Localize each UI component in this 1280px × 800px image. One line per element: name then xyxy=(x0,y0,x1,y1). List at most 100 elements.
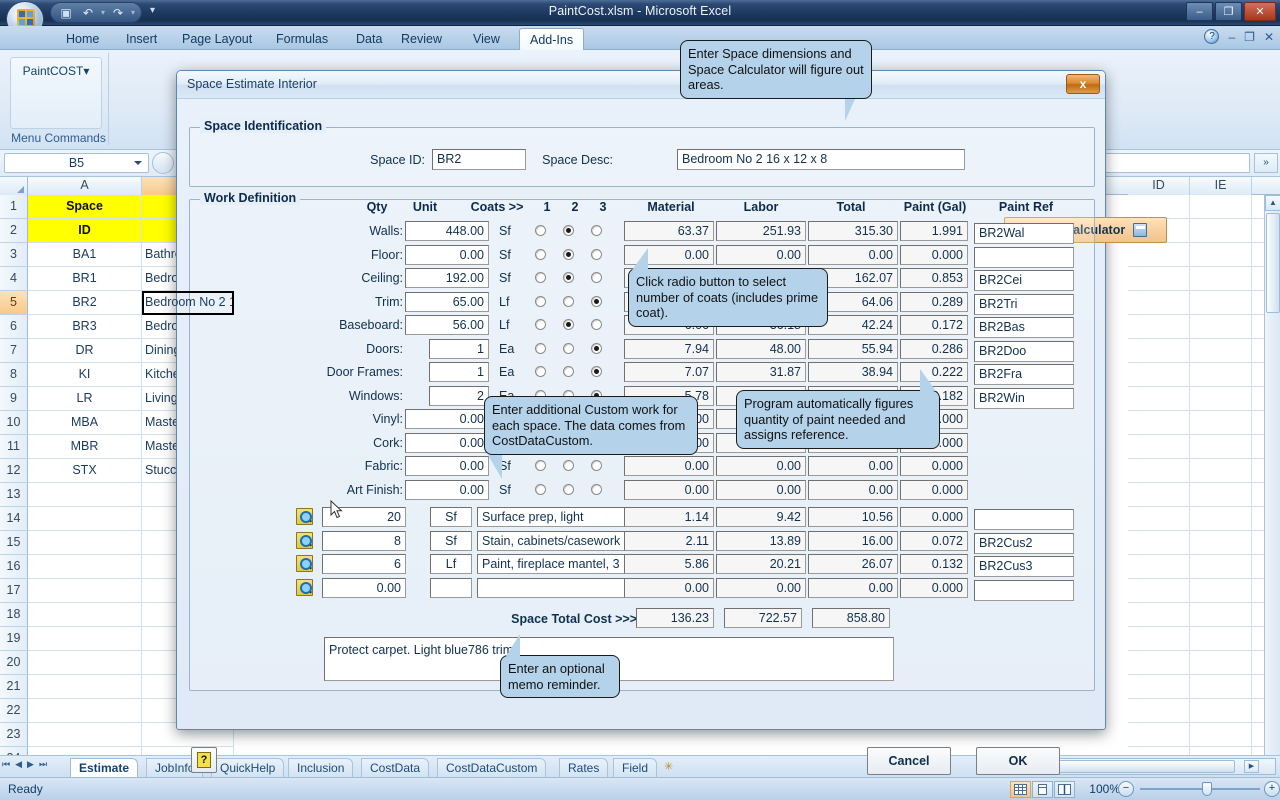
vertical-scrollbar[interactable]: ▲ xyxy=(1264,195,1280,755)
coats-radio-1[interactable] xyxy=(535,272,546,283)
grid-cell-far[interactable] xyxy=(1128,435,1190,459)
ribbon-restore-icon[interactable]: ❐ xyxy=(1244,30,1255,44)
custom-row-paint-ref[interactable] xyxy=(974,579,1074,601)
row-header[interactable]: 9 xyxy=(0,387,28,411)
row-header[interactable]: 1 xyxy=(0,195,28,219)
select-all-corner[interactable] xyxy=(0,177,28,195)
work-row-qty-input[interactable]: 0.00 xyxy=(405,409,489,429)
custom-row-qty-input[interactable]: 8 xyxy=(322,530,406,551)
row-header[interactable]: 22 xyxy=(0,699,28,723)
custom-row-qty-input[interactable]: 0.00 xyxy=(322,577,406,598)
grid-cell-far[interactable] xyxy=(1128,699,1190,723)
row-header[interactable]: 16 xyxy=(0,555,28,579)
row-header[interactable]: 19 xyxy=(0,627,28,651)
grid-cell-far[interactable] xyxy=(1128,675,1190,699)
grid-cell-a[interactable]: MBA xyxy=(28,411,142,435)
grid-cell-far[interactable] xyxy=(1128,363,1190,387)
grid-cell-far[interactable] xyxy=(1128,627,1190,651)
grid-cell-a[interactable]: BR3 xyxy=(28,315,142,339)
coats-radio-3[interactable] xyxy=(591,248,602,260)
custom-lookup-icon[interactable] xyxy=(296,555,313,572)
coats-radio-3[interactable] xyxy=(591,225,602,236)
row-header[interactable]: 21 xyxy=(0,675,28,699)
grid-cell-far[interactable] xyxy=(1128,291,1190,315)
grid-cell-far[interactable] xyxy=(1128,555,1190,579)
sheet-tab-field[interactable]: Field xyxy=(613,758,658,777)
coats-radio-2[interactable] xyxy=(563,295,574,307)
coats-radio-2[interactable] xyxy=(563,460,574,471)
custom-row-unit-input[interactable]: Sf xyxy=(430,530,472,551)
cancel-button[interactable]: Cancel xyxy=(867,747,951,775)
grid-cell-far[interactable] xyxy=(1128,459,1190,483)
work-row-paint-ref[interactable]: BR2Fra xyxy=(974,364,1074,385)
formula-bar-expand-icon[interactable]: » xyxy=(1254,153,1278,173)
grid-cell-far[interactable] xyxy=(1128,723,1190,747)
custom-lookup-icon[interactable] xyxy=(296,531,313,549)
work-row-paint-ref[interactable]: BR2Win xyxy=(974,387,1074,409)
zoom-out-button[interactable]: − xyxy=(1118,781,1134,797)
work-row-paint-ref[interactable]: BR2Cei xyxy=(974,270,1074,291)
work-row-paint-ref[interactable]: BR2Doo xyxy=(974,340,1074,362)
scroll-right-button[interactable]: ▶ xyxy=(1244,760,1259,773)
zoom-slider[interactable]: − + xyxy=(1118,781,1280,797)
grid-cell-a[interactable] xyxy=(28,531,142,555)
name-box[interactable]: B5 xyxy=(4,153,149,173)
grid-cell-a[interactable] xyxy=(28,675,142,699)
page-layout-view-button[interactable] xyxy=(1032,781,1053,798)
zoom-slider-thumb[interactable] xyxy=(1202,782,1212,796)
ribbon-close-icon[interactable]: ✕ xyxy=(1264,30,1274,44)
restore-button[interactable]: ❐ xyxy=(1215,2,1242,21)
grid-cell-a[interactable]: MBR xyxy=(28,435,142,459)
grid-cell-far[interactable] xyxy=(1128,507,1190,531)
grid-cell-far[interactable] xyxy=(1128,747,1190,755)
column-header-ie[interactable]: IE xyxy=(1190,177,1252,195)
insert-function-button[interactable] xyxy=(152,152,174,174)
grid-cell-far[interactable] xyxy=(1190,579,1252,603)
grid-cell-far[interactable] xyxy=(1190,243,1252,267)
coats-radio-2[interactable] xyxy=(563,366,574,377)
row-header[interactable]: 17 xyxy=(0,579,28,603)
dialog-close-button[interactable]: x xyxy=(1066,74,1100,94)
tab-home[interactable]: Home xyxy=(56,28,109,50)
help-button[interactable]: ? xyxy=(191,747,217,773)
coats-radio-2[interactable] xyxy=(563,319,574,330)
coats-radio-1[interactable] xyxy=(535,319,546,330)
sheet-tab-quickhelp[interactable]: QuickHelp xyxy=(211,758,285,777)
grid-cell-far[interactable] xyxy=(1190,219,1252,243)
grid-cell-far[interactable] xyxy=(1190,483,1252,507)
row-header[interactable]: 14 xyxy=(0,507,28,531)
minimize-button[interactable]: – xyxy=(1186,2,1213,21)
grid-cell-a[interactable]: DR xyxy=(28,339,142,363)
grid-cell-far[interactable] xyxy=(1190,675,1252,699)
grid-cell-a[interactable]: KI xyxy=(28,363,142,387)
tab-review[interactable]: Review xyxy=(391,28,452,50)
sheet-tab-rates[interactable]: Rates xyxy=(559,758,609,777)
coats-radio-3[interactable] xyxy=(591,295,602,307)
grid-cell-far[interactable] xyxy=(1128,243,1190,267)
row-header[interactable]: 15 xyxy=(0,531,28,555)
grid-cell-far[interactable] xyxy=(1190,195,1252,219)
grid-cell-far[interactable] xyxy=(1128,315,1190,339)
work-row-qty-input[interactable]: 448.00 xyxy=(405,221,489,241)
grid-cell-far[interactable] xyxy=(1128,387,1190,411)
custom-row-unit-input[interactable]: Lf xyxy=(430,554,472,574)
row-header[interactable]: 13 xyxy=(0,483,28,507)
row-header[interactable]: 6 xyxy=(0,315,28,339)
grid-cell-a[interactable]: BA1 xyxy=(28,243,142,267)
first-sheet-icon[interactable]: ⏮ xyxy=(2,759,10,770)
coats-radio-3[interactable] xyxy=(591,483,602,495)
coats-radio-2[interactable] xyxy=(563,483,574,495)
grid-cell-far[interactable] xyxy=(1190,339,1252,363)
dialog-title-bar[interactable]: Space Estimate Interior x xyxy=(177,71,1105,99)
custom-row-paint-ref[interactable] xyxy=(974,509,1074,530)
prev-sheet-icon[interactable]: ◀ xyxy=(15,759,22,770)
grid-cell-far[interactable] xyxy=(1128,195,1190,219)
coats-radio-1[interactable] xyxy=(535,342,546,354)
grid-cell-a[interactable]: STX xyxy=(28,459,142,483)
grid-cell-a[interactable]: LR xyxy=(28,387,142,411)
work-row-qty-input[interactable]: 0.00 xyxy=(405,456,489,476)
page-break-view-button[interactable] xyxy=(1054,781,1075,798)
row-header[interactable]: 5 xyxy=(0,291,28,315)
row-header[interactable]: 10 xyxy=(0,411,28,435)
column-header-id[interactable]: ID xyxy=(1128,177,1190,195)
